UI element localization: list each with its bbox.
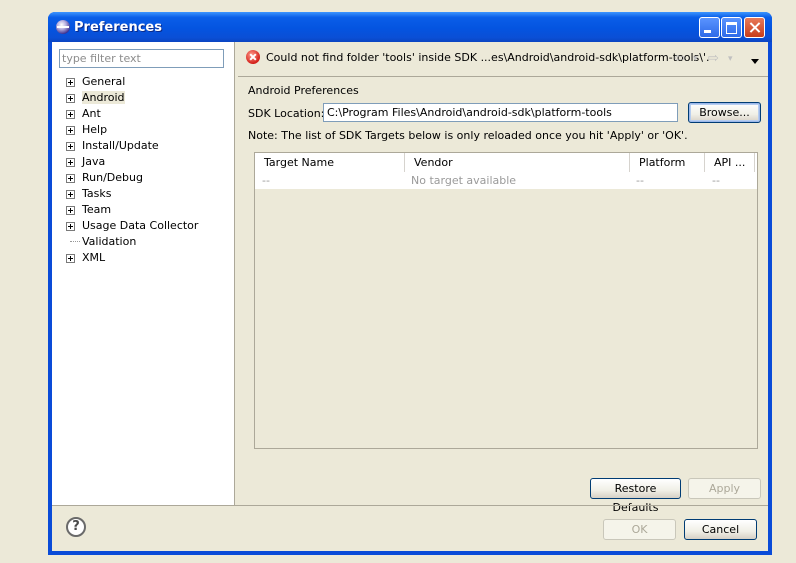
tree-item-label: Tasks	[82, 187, 112, 200]
sdk-note: Note: The list of SDK Targets below is o…	[248, 129, 688, 142]
apply-button[interactable]: Apply	[688, 478, 761, 499]
column-platform[interactable]: Platform	[630, 153, 705, 172]
tree-item-label: Team	[82, 203, 112, 216]
tree-item-ant[interactable]: Ant	[66, 106, 198, 122]
tree-item-label: Usage Data Collector	[82, 219, 199, 232]
tree-item-label: Validation	[82, 235, 137, 248]
eclipse-icon	[56, 20, 70, 34]
tree-item-general[interactable]: General	[66, 74, 198, 90]
close-button[interactable]	[744, 17, 765, 38]
back-arrow-icon[interactable]: ⇦	[674, 51, 685, 66]
tree-item-label: Java	[82, 155, 106, 168]
tree-item-java[interactable]: Java	[66, 154, 198, 170]
page-title: Android Preferences	[248, 84, 359, 97]
tree-item-label: Ant	[82, 107, 101, 120]
window-title: Preferences	[74, 20, 162, 35]
table-header: Target Name Vendor Platform API ...	[255, 153, 757, 173]
preference-tree-pane: General Android Ant Help Install/Update …	[52, 42, 235, 505]
column-api[interactable]: API ...	[705, 153, 755, 172]
tree-item-validation[interactable]: Validation	[66, 234, 198, 250]
tree-item-team[interactable]: Team	[66, 202, 198, 218]
tree-item-label: Help	[82, 123, 108, 136]
expand-icon[interactable]	[66, 142, 75, 151]
sdk-location-label: SDK Location:	[248, 107, 325, 120]
table-cell: --	[262, 174, 270, 187]
tree-item-label: Install/Update	[82, 139, 159, 152]
tree-item-tasks[interactable]: Tasks	[66, 186, 198, 202]
preferences-window: Preferences General Android Ant Help Ins…	[48, 12, 772, 555]
tree-connector	[70, 241, 80, 242]
sdk-location-input[interactable]	[323, 103, 678, 122]
expand-icon[interactable]	[66, 94, 75, 103]
table-row[interactable]: -- No target available -- --	[255, 172, 757, 189]
filter-input[interactable]	[59, 49, 224, 68]
expand-icon[interactable]	[66, 206, 75, 215]
message-bar: Could not find folder 'tools' inside SDK…	[242, 46, 767, 68]
tree-item-label: XML	[82, 251, 106, 264]
expand-icon[interactable]	[66, 174, 75, 183]
forward-dropdown-icon[interactable]: ▾	[728, 54, 733, 64]
tree-item-android[interactable]: Android	[66, 90, 198, 106]
expand-icon[interactable]	[66, 110, 75, 119]
table-cell: --	[712, 174, 720, 187]
expand-icon[interactable]	[66, 254, 75, 263]
column-vendor[interactable]: Vendor	[405, 153, 630, 172]
maximize-button[interactable]	[721, 17, 742, 38]
tree-item-label: Run/Debug	[82, 171, 143, 184]
tree-item-run-debug[interactable]: Run/Debug	[66, 170, 198, 186]
tree-item-label: Android	[82, 91, 125, 104]
back-dropdown-icon[interactable]: ▾	[693, 54, 698, 64]
dialog-client-area: General Android Ant Help Install/Update …	[52, 42, 768, 551]
cancel-button[interactable]: Cancel	[684, 519, 757, 540]
tree-item-help[interactable]: Help	[66, 122, 198, 138]
view-menu-icon[interactable]	[751, 59, 759, 64]
expand-icon[interactable]	[66, 190, 75, 199]
expand-icon[interactable]	[66, 78, 75, 87]
preference-tree: General Android Ant Help Install/Update …	[66, 74, 198, 266]
error-message: Could not find folder 'tools' inside SDK…	[266, 51, 710, 64]
divider	[238, 76, 768, 77]
table-cell: No target available	[411, 174, 517, 187]
divider	[52, 505, 768, 506]
expand-icon[interactable]	[66, 126, 75, 135]
sdk-targets-table[interactable]: Target Name Vendor Platform API ... -- N…	[254, 152, 758, 449]
restore-defaults-button[interactable]: Restore Defaults	[590, 478, 681, 514]
ok-button[interactable]: OK	[603, 519, 676, 540]
forward-arrow-icon[interactable]: ⇨	[708, 51, 719, 66]
tree-item-install-update[interactable]: Install/Update	[66, 138, 198, 154]
column-target-name[interactable]: Target Name	[255, 153, 405, 172]
expand-icon[interactable]	[66, 158, 75, 167]
error-icon	[246, 50, 260, 64]
tree-item-label: General	[82, 75, 126, 88]
expand-icon[interactable]	[66, 222, 75, 231]
tree-item-usage-data-collector[interactable]: Usage Data Collector	[66, 218, 198, 234]
help-icon[interactable]: ?	[66, 517, 86, 537]
browse-button[interactable]: Browse...	[688, 102, 761, 123]
title-bar[interactable]: Preferences	[48, 12, 772, 42]
minimize-button[interactable]	[699, 17, 720, 38]
tree-item-xml[interactable]: XML	[66, 250, 198, 266]
table-cell: --	[636, 174, 644, 187]
